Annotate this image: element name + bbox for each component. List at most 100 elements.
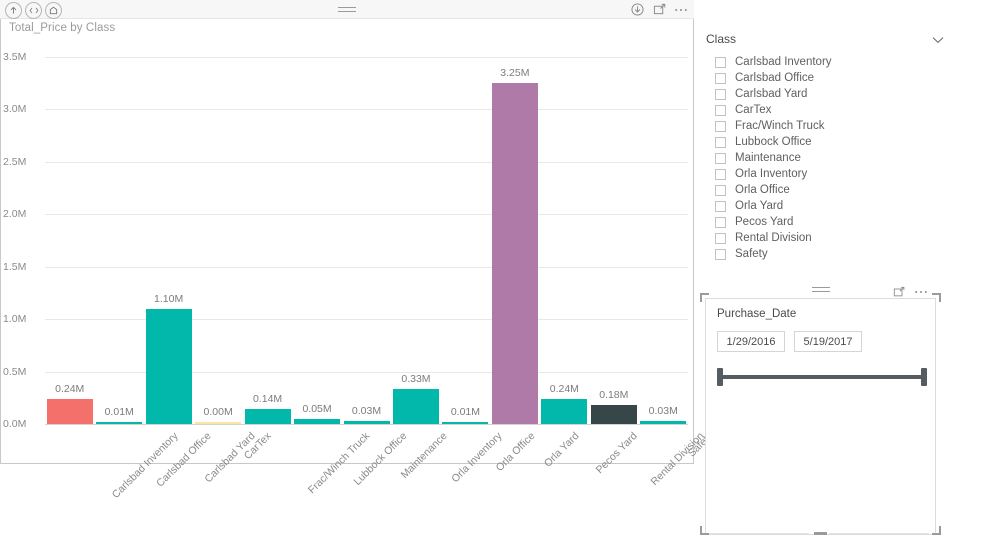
class-slicer-item[interactable]: Rental Division (706, 230, 958, 246)
class-slicer-item[interactable]: Maintenance (706, 150, 958, 166)
focus-mode-icon[interactable] (892, 284, 906, 299)
class-slicer-item-label: Pecos Yard (735, 216, 794, 228)
checkbox-icon[interactable] (715, 232, 726, 244)
class-slicer-item[interactable]: Carlsbad Yard (706, 86, 958, 102)
class-slicer-item-label: Lubbock Office (735, 136, 812, 148)
x-axis-category-label[interactable]: Orla Inventory (449, 430, 504, 485)
class-slicer-item[interactable]: Lubbock Office (706, 134, 958, 150)
drag-grip-icon[interactable] (811, 287, 830, 292)
class-slicer-item-label: Orla Office (735, 184, 790, 196)
checkbox-icon[interactable] (715, 72, 726, 84)
chart-bar-value-label: 0.03M (351, 404, 382, 417)
selection-handle-top-right[interactable] (932, 293, 941, 302)
class-slicer-item-label: Orla Inventory (735, 168, 808, 180)
chart-plot-container[interactable]: Total_Price by Class 0.0M 0.5M 1.0M 1.5M 2.0… (0, 19, 716, 501)
selection-handle-bottom-middle[interactable] (814, 532, 827, 535)
class-slicer-item[interactable]: Orla Inventory (706, 166, 958, 182)
y-axis-tick-label: 2.5M (3, 155, 27, 168)
checkbox-icon[interactable] (715, 56, 726, 68)
chart-bar[interactable] (96, 422, 143, 424)
checkbox-icon[interactable] (715, 168, 726, 180)
checkbox-icon[interactable] (715, 152, 726, 164)
x-axis-category-label[interactable]: Frac/Winch Truck (305, 430, 371, 496)
chart-bar[interactable] (442, 422, 489, 424)
chart-bar[interactable] (640, 420, 687, 424)
chart-bar[interactable] (195, 422, 242, 424)
class-slicer-item[interactable]: CarTex (706, 102, 958, 118)
chart-drill-controls (5, 2, 62, 19)
checkbox-icon[interactable] (715, 200, 726, 212)
class-slicer-item-label: Carlsbad Yard (735, 88, 808, 100)
class-slicer-item[interactable]: Carlsbad Office (706, 70, 958, 86)
class-slicer-title: Class (706, 32, 737, 46)
start-date-field[interactable]: 1/29/2016 (717, 331, 785, 352)
date-range-slider-handle-right[interactable] (921, 368, 927, 386)
checkbox-icon[interactable] (715, 88, 726, 100)
chart-bar[interactable] (343, 420, 390, 424)
checkbox-icon[interactable] (715, 136, 726, 148)
checkbox-icon[interactable] (715, 248, 726, 260)
more-options-icon[interactable] (674, 2, 688, 17)
drag-grip-icon[interactable] (338, 7, 356, 12)
class-slicer-item[interactable]: Carlsbad Inventory (706, 54, 958, 70)
class-slicer-items: Carlsbad Inventory Carlsbad Office Carlsba… (706, 54, 958, 262)
date-slicer-title: Purchase_Date (717, 308, 797, 320)
selection-handle-top-left[interactable] (700, 293, 709, 302)
class-slicer-item[interactable]: Orla Yard (706, 198, 958, 214)
chart-gridline (45, 57, 688, 58)
chart-bar[interactable] (145, 308, 192, 424)
class-slicer-item-label: Orla Yard (735, 200, 784, 212)
class-slicer-item-label: Rental Division (735, 232, 812, 244)
chart-bar[interactable] (491, 83, 538, 424)
date-range-slider-track[interactable] (717, 375, 927, 379)
class-slicer-item[interactable]: Pecos Yard (706, 214, 958, 230)
class-slicer: Class Carlsbad Inventory Carlsbad Office C… (706, 32, 958, 272)
selection-handle-bottom-right[interactable] (932, 526, 941, 535)
expand-hierarchy-icon[interactable] (25, 2, 42, 19)
chart-bar[interactable] (392, 389, 439, 424)
checkbox-icon[interactable] (715, 216, 726, 228)
chevron-down-icon[interactable] (932, 34, 944, 46)
checkbox-icon[interactable] (715, 184, 726, 196)
date-range-slider-handle-left[interactable] (717, 368, 723, 386)
chart-gridline (45, 161, 688, 163)
chart-bar-value-label: 0.33M (401, 373, 431, 386)
y-axis-tick-label: 1.5M (3, 260, 27, 273)
class-slicer-item[interactable]: Orla Office (706, 182, 958, 198)
filter-download-icon[interactable] (630, 2, 644, 17)
class-slicer-item-label: Maintenance (735, 152, 801, 164)
class-slicer-item[interactable]: Safety (706, 246, 958, 262)
chart-bar-value-label: 0.01M (104, 406, 134, 418)
class-slicer-item[interactable]: Frac/Winch Truck (706, 118, 958, 134)
checkbox-icon[interactable] (715, 120, 726, 132)
chart-bar[interactable] (244, 409, 291, 424)
class-slicer-item-label: Carlsbad Office (735, 72, 815, 84)
more-options-icon[interactable] (914, 284, 928, 299)
chart-bar-value-label: 0.03M (648, 404, 678, 417)
checkbox-icon[interactable] (715, 104, 726, 116)
chart-bar[interactable] (590, 405, 637, 424)
chart-bar-value-label: 0.14M (252, 393, 283, 406)
y-axis-tick-label: 0.0M (3, 418, 27, 430)
chart-bar[interactable] (294, 418, 341, 424)
class-slicer-item-label: Safety (735, 248, 768, 260)
chart-bar[interactable] (541, 398, 588, 424)
class-slicer-item-label: Frac/Winch Truck (735, 120, 825, 132)
x-axis-category-label[interactable]: Orla Yard (542, 430, 582, 470)
drill-down-icon[interactable] (45, 2, 62, 19)
selection-handle-bottom-left[interactable] (700, 526, 709, 535)
end-date-field[interactable]: 5/19/2017 (794, 331, 862, 352)
chart-gridline (45, 371, 688, 373)
date-slicer-actions (892, 284, 928, 299)
focus-mode-icon[interactable] (652, 2, 666, 17)
chart-gridline (45, 214, 688, 216)
chart-visual: Total_Price by Class 0.0M 0.5M 1.0M 1.5M 2.0… (0, 0, 716, 501)
class-slicer-item-label: CarTex (735, 104, 772, 116)
date-slicer-body[interactable]: Purchase_Date 1/29/2016 5/19/2017 (705, 298, 936, 535)
chart-title: Total_Price by Class (9, 22, 116, 34)
x-axis-category-label[interactable]: Pecos Yard (594, 430, 640, 476)
y-axis-tick-label: 3.0M (3, 103, 27, 116)
drill-up-icon[interactable] (5, 2, 22, 19)
chart-bar[interactable] (46, 398, 93, 424)
chart-visual-actions (630, 2, 688, 17)
